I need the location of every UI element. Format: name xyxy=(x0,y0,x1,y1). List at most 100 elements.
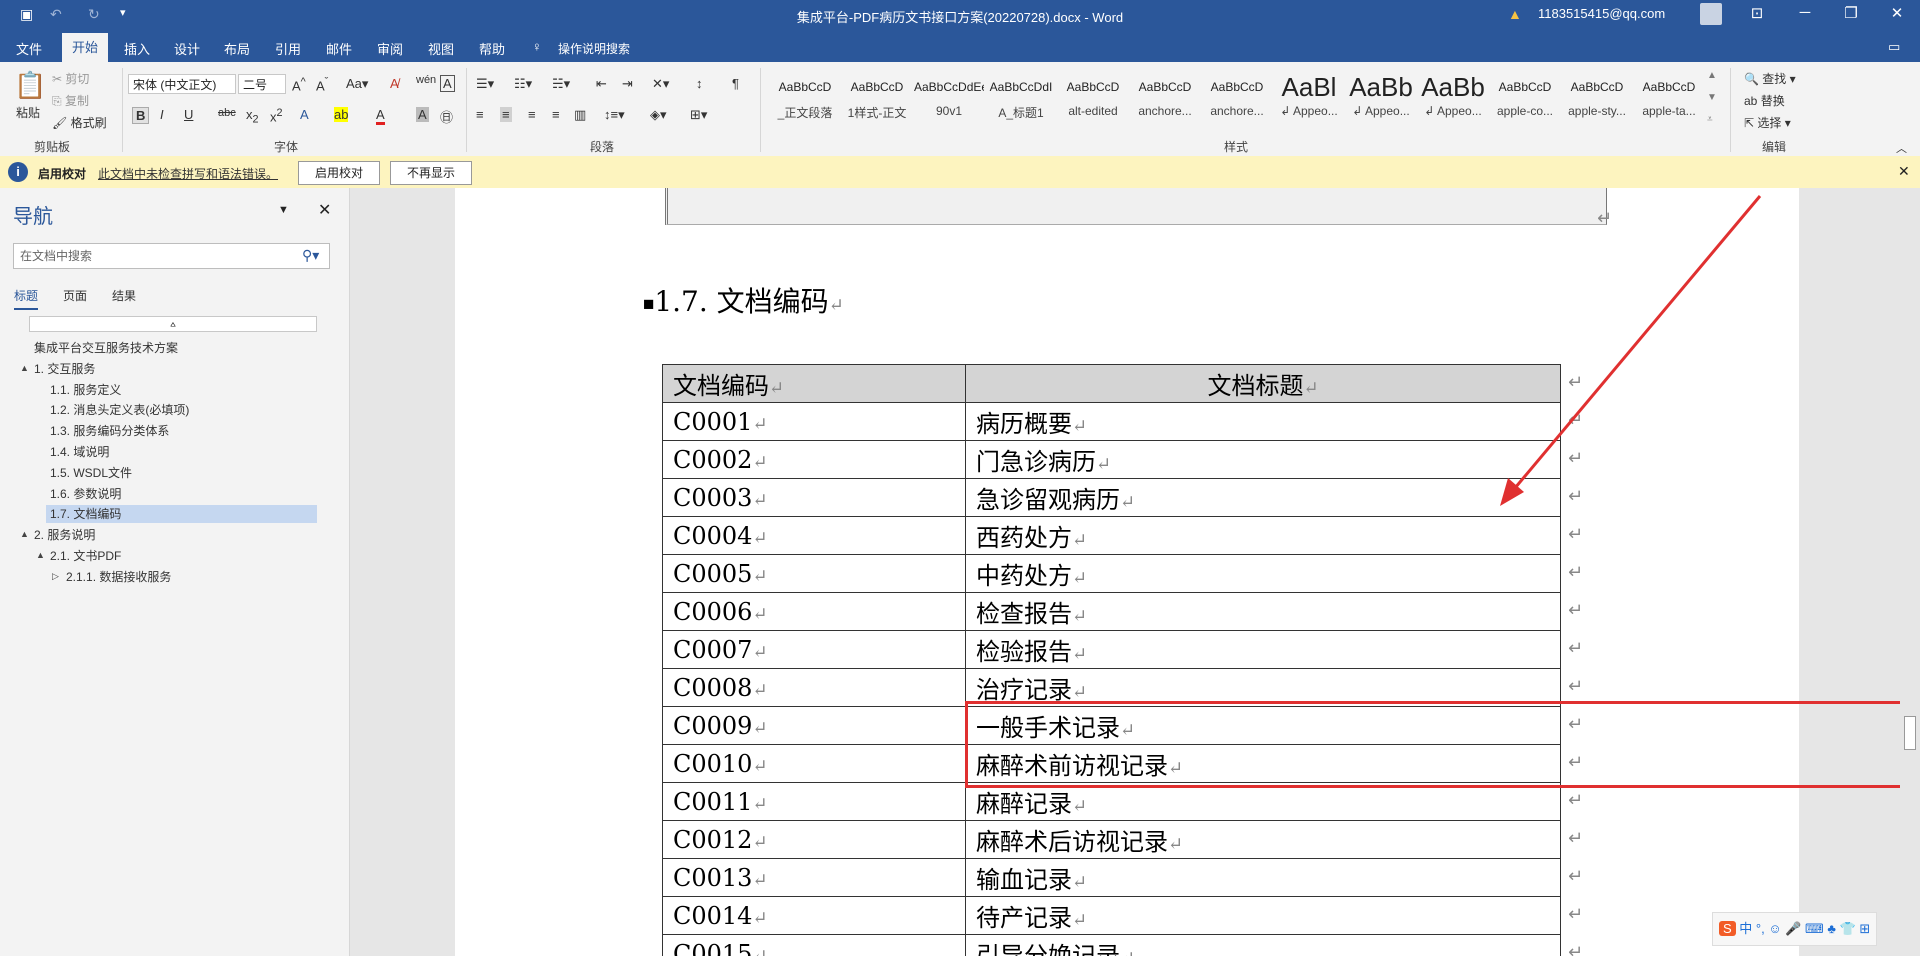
tab-insert[interactable]: 插入 xyxy=(124,39,150,58)
cut-button[interactable]: ✂ 剪切 xyxy=(52,70,89,87)
avatar[interactable] xyxy=(1700,3,1722,25)
style-gallery-item[interactable]: AaBbCcD _正文段落 xyxy=(770,70,840,121)
find-button[interactable]: 🔍 查找 ▾ xyxy=(1744,70,1796,87)
character-border-icon[interactable]: A xyxy=(440,75,455,92)
paste-icon[interactable]: 📋 xyxy=(14,70,46,101)
nav-heading-item[interactable]: 2. 服务说明 xyxy=(34,526,95,543)
restore-icon[interactable]: ❐ xyxy=(1836,4,1866,22)
subscript-icon[interactable]: x2 xyxy=(246,107,259,126)
grow-font-icon[interactable]: A^ xyxy=(292,76,306,93)
shading-icon[interactable]: ◈▾ xyxy=(650,107,667,123)
paste-button[interactable]: 粘贴 xyxy=(16,104,40,121)
gallery-scroll-down-icon[interactable]: ▼ xyxy=(1707,92,1717,103)
warning-icon[interactable]: ▲ xyxy=(1508,6,1522,22)
search-icon[interactable]: ⚲▾ xyxy=(302,247,319,264)
font-color-icon[interactable]: A xyxy=(376,107,385,125)
strikethrough-icon[interactable]: abc xyxy=(218,107,236,119)
bold-icon[interactable]: B xyxy=(132,107,150,124)
clear-formatting-icon[interactable]: A̸ xyxy=(390,76,399,91)
phonetic-guide-icon[interactable]: wén xyxy=(416,74,436,86)
copy-button[interactable]: ⎘ 复制 xyxy=(52,92,89,109)
style-gallery-item[interactable]: AaBbCcD apple-ta... xyxy=(1634,70,1704,118)
close-nav-icon[interactable]: ✕ xyxy=(318,200,331,220)
font-size-select[interactable]: 二号 xyxy=(238,74,286,94)
text-effects-icon[interactable]: A xyxy=(300,107,309,122)
align-right-icon[interactable]: ≡ xyxy=(528,107,536,122)
ime-toolbar[interactable]: S 中 °, ☺ 🎤 ⌨ ♣ 👕 ⊞ xyxy=(1712,912,1878,946)
nav-heading-item[interactable]: 1.1. 服务定义 xyxy=(50,381,121,398)
replace-button[interactable]: ab 替换 xyxy=(1744,92,1785,109)
tab-help[interactable]: 帮助 xyxy=(479,39,505,58)
collapse-icon[interactable]: ▲ xyxy=(36,550,45,560)
enable-proofing-button[interactable]: 启用校对 xyxy=(298,161,380,185)
collapse-icon[interactable]: ▲ xyxy=(20,529,29,539)
shrink-font-icon[interactable]: Aˇ xyxy=(316,76,328,93)
nav-heading-item[interactable]: 2.1.1. 数据接收服务 xyxy=(66,568,171,585)
decrease-indent-icon[interactable]: ⇤ xyxy=(596,76,607,92)
tab-view[interactable]: 视图 xyxy=(428,39,454,58)
nav-heading-item[interactable]: 集成平台交互服务技术方案 xyxy=(34,339,178,356)
tab-results[interactable]: 结果 xyxy=(112,287,136,304)
align-center-icon[interactable]: ≡ xyxy=(500,107,512,122)
collapse-ribbon-icon[interactable]: ︿ xyxy=(1896,140,1907,156)
tab-file[interactable]: 文件 xyxy=(16,39,42,58)
style-gallery-item[interactable]: AaBbCcD apple-co... xyxy=(1490,70,1560,118)
gallery-scroll-up-icon[interactable]: ▲ xyxy=(1707,70,1717,81)
style-gallery-item[interactable]: AaBbCcDdI A_标题1 xyxy=(986,70,1056,121)
font-name-select[interactable]: 宋体 (中文正文) xyxy=(128,74,236,94)
tab-headings[interactable]: 标题 xyxy=(14,287,39,310)
user-account[interactable]: 1183515415@qq.com xyxy=(1538,6,1665,21)
highlight-icon[interactable]: ab xyxy=(334,107,349,122)
line-spacing-icon[interactable]: ↕≡▾ xyxy=(604,107,625,123)
increase-indent-icon[interactable]: ⇥ xyxy=(622,76,633,92)
tab-references[interactable]: 引用 xyxy=(275,39,301,58)
select-button[interactable]: ⇱ 选择 ▾ xyxy=(1744,114,1791,131)
nav-heading-item[interactable]: 1.3. 服务编码分类体系 xyxy=(50,422,169,439)
tab-mailings[interactable]: 邮件 xyxy=(326,39,352,58)
gallery-more-icon[interactable]: ⩡ xyxy=(1707,114,1713,125)
close-icon[interactable]: ✕ xyxy=(1882,4,1912,22)
numbering-icon[interactable]: ☷▾ xyxy=(514,76,532,92)
style-gallery-item[interactable]: AaBbCcD anchore... xyxy=(1202,70,1272,118)
nav-heading-item[interactable]: 1.4. 域说明 xyxy=(50,443,109,460)
style-gallery-item[interactable]: AaBb ↲ Appeo... xyxy=(1418,70,1488,118)
nav-search-input[interactable]: 在文档中搜索 xyxy=(13,243,330,269)
bullets-icon[interactable]: ☰▾ xyxy=(476,76,494,92)
tab-review[interactable]: 审阅 xyxy=(377,39,403,58)
tab-home[interactable]: 开始 xyxy=(62,33,109,62)
sort-icon[interactable]: ↕ xyxy=(696,76,703,91)
close-infobar-icon[interactable]: ✕ xyxy=(1898,163,1910,180)
style-gallery-item[interactable]: AaBl ↲ Appeo... xyxy=(1274,70,1344,118)
superscript-icon[interactable]: x2 xyxy=(270,107,283,124)
style-gallery-item[interactable]: AaBbCcD apple-sty... xyxy=(1562,70,1632,118)
dont-show-again-button[interactable]: 不再显示 xyxy=(390,161,472,185)
ribbon-display-options-icon[interactable]: ⊡ xyxy=(1742,4,1772,22)
tab-design[interactable]: 设计 xyxy=(174,39,200,58)
nav-heading-item[interactable]: 1.2. 消息头定义表(必填项) xyxy=(50,401,189,418)
nav-heading-item[interactable]: 1.6. 参数说明 xyxy=(50,485,121,502)
minimize-icon[interactable]: ─ xyxy=(1790,4,1820,21)
style-gallery-item[interactable]: AaBbCcD 1样式-正文 xyxy=(842,70,912,121)
show-marks-icon[interactable]: ¶ xyxy=(732,76,739,91)
style-gallery-item[interactable]: AaBbCcD anchore... xyxy=(1130,70,1200,118)
align-left-icon[interactable]: ≡ xyxy=(476,107,484,122)
style-gallery-item[interactable]: AaBb ↲ Appeo... xyxy=(1346,70,1416,118)
infobar-message[interactable]: 此文档中未检查拼写和语法错误。 xyxy=(98,165,278,182)
collapse-icon[interactable]: ▲ xyxy=(20,363,29,373)
character-shading-icon[interactable]: A xyxy=(416,107,429,122)
tab-pages[interactable]: 页面 xyxy=(63,287,87,304)
enclose-character-icon[interactable]: ㊐ xyxy=(440,107,453,126)
nav-heading-item[interactable]: 2.1. 文书PDF xyxy=(50,547,121,564)
collapse-all-icon[interactable]: ⩟ xyxy=(29,316,317,332)
tab-layout[interactable]: 布局 xyxy=(224,39,250,58)
format-painter-button[interactable]: 🖌 格式刷 xyxy=(52,114,107,131)
style-gallery-item[interactable]: AaBbCcD alt-edited xyxy=(1058,70,1128,118)
expand-icon[interactable]: ▷ xyxy=(52,571,59,582)
borders-icon[interactable]: ⊞▾ xyxy=(690,107,707,123)
change-case-icon[interactable]: Aa▾ xyxy=(346,76,368,92)
style-gallery-item[interactable]: AaBbCcDdEe 90v1 xyxy=(914,70,984,118)
nav-options-icon[interactable]: ▼ xyxy=(278,204,289,216)
chinese-layout-icon[interactable]: ✕▾ xyxy=(652,76,669,92)
nav-heading-item[interactable]: 1.5. WSDL文件 xyxy=(50,464,132,481)
italic-icon[interactable]: I xyxy=(160,107,164,122)
